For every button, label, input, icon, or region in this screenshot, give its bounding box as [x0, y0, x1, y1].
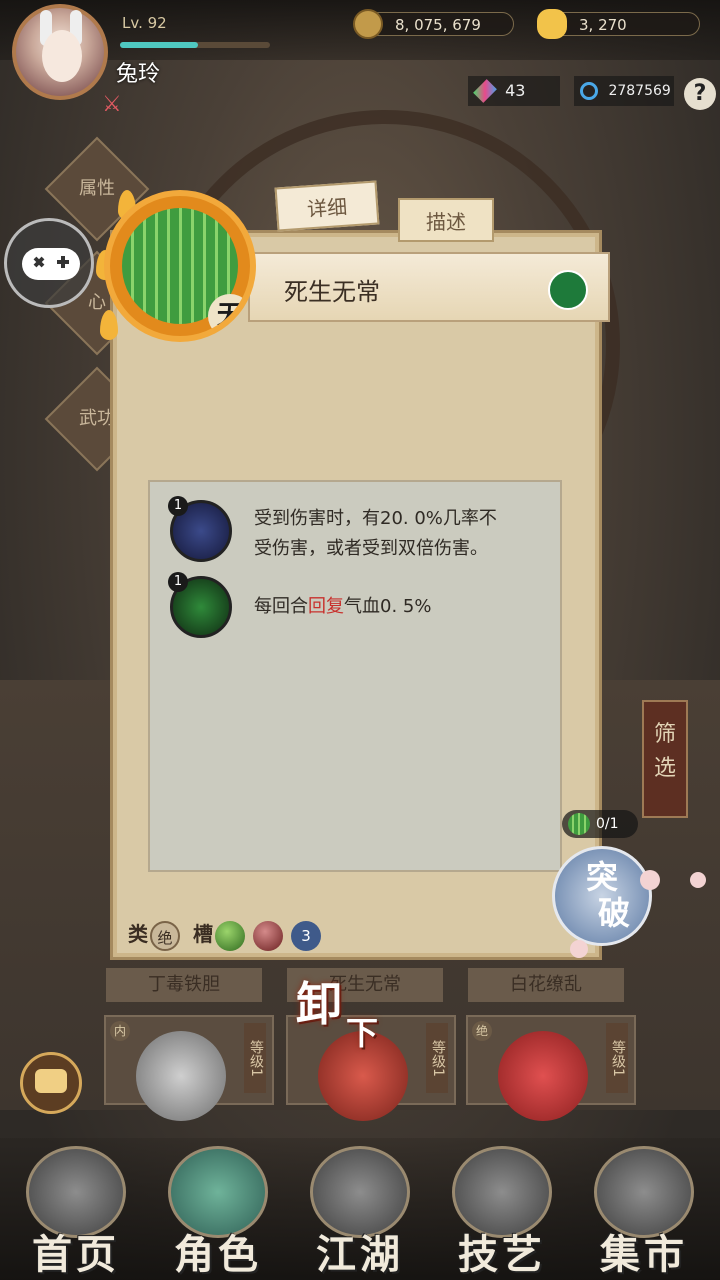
effects-box: 1 受到伤害时，有20. 0%几率不 受伤害，或者受到双倍伤害。 1 每回合回复…	[148, 480, 562, 872]
sect-emblem-icon	[548, 270, 588, 310]
coin-value: 8, 075, 679	[395, 16, 481, 34]
nav-label: 技艺	[458, 1231, 546, 1278]
avatar-face	[42, 30, 82, 82]
gamepad-icon	[22, 248, 80, 280]
item-grade-tag: 无	[208, 294, 250, 336]
category-badge: 绝	[150, 920, 180, 951]
gold-ingot-icon	[537, 9, 567, 39]
effect-line: 受伤害，或者受到双倍伤害。	[254, 538, 488, 559]
skill-orb-icon	[498, 1031, 588, 1121]
nav-jianghu[interactable]: 江湖	[292, 1138, 428, 1280]
chat-bubble-icon	[35, 1069, 67, 1093]
player-level: Lv. 92	[122, 14, 167, 32]
spirit-counter[interactable]: 2787569	[574, 76, 674, 106]
unload-char: 下	[346, 1014, 379, 1052]
coin-counter[interactable]: 8, 075, 679	[353, 9, 514, 39]
card-name-3: 白花缭乱	[468, 968, 624, 1002]
player-avatar[interactable]	[12, 4, 108, 100]
tab-description[interactable]: 描述	[398, 198, 494, 242]
filter-label-char: 筛	[653, 722, 676, 747]
card-name-1: 丁毒铁胆	[106, 968, 262, 1002]
slot-row: 类绝 槽 3	[128, 918, 321, 951]
nav-skills[interactable]: 技艺	[434, 1138, 570, 1280]
unload-char: 卸	[296, 977, 342, 1031]
help-icon[interactable]: ?	[684, 78, 716, 110]
skill-card-1[interactable]: 内 等级1	[104, 1015, 274, 1121]
unload-button[interactable]: 卸下	[296, 968, 416, 1068]
green-slot-gem	[214, 920, 245, 951]
nav-label: 角色	[174, 1231, 262, 1278]
blossom-icon	[640, 870, 660, 890]
red-slot-gem	[252, 920, 283, 951]
effect-text: 每回合回复气血0. 5%	[254, 592, 431, 622]
effect-text-post: 气血0. 5%	[344, 596, 432, 617]
item-title-bar: 死生无常	[248, 252, 610, 322]
spirit-value: 2787569	[608, 83, 671, 99]
blossom-icon	[690, 872, 706, 888]
effect-text-pre: 每回合	[254, 596, 308, 617]
blossom-icon	[570, 940, 588, 958]
copper-coin-icon	[353, 9, 383, 39]
chat-button[interactable]	[20, 1052, 82, 1114]
swirl-icon	[580, 82, 598, 100]
gamepad-button[interactable]	[4, 218, 94, 308]
card-level: 等级1	[244, 1023, 266, 1093]
gem-icon	[473, 79, 497, 103]
item-name: 死生无常	[284, 278, 380, 306]
effect-count: 1	[168, 496, 188, 516]
effect-text: 受到伤害时，有20. 0%几率不 受伤害，或者受到双倍伤害。	[254, 504, 497, 564]
gold-counter[interactable]: 3, 270	[537, 9, 700, 39]
nav-character[interactable]: 角色	[150, 1138, 286, 1280]
item-icon: 无	[104, 190, 256, 342]
effect-count: 1	[168, 572, 188, 592]
filter-button[interactable]: 筛 选	[642, 700, 688, 818]
bottom-nav: 首页 角色 江湖 技艺 集市	[0, 1138, 720, 1280]
nav-market[interactable]: 集市	[576, 1138, 712, 1280]
card-level: 等级1	[606, 1023, 628, 1093]
breakthrough-label: 突	[585, 858, 618, 896]
breakthrough-button[interactable]: 突 破	[552, 846, 652, 946]
breakthrough-count: 0/1	[596, 816, 619, 832]
effect-highlight: 回复	[308, 596, 344, 617]
crossed-swords-icon: ⚔	[102, 92, 122, 117]
category-label: 类	[128, 922, 148, 946]
breakthrough-label: 破	[597, 894, 630, 932]
player-name: 兔玲	[116, 62, 161, 87]
tab-detail[interactable]: 详细	[274, 180, 380, 232]
skill-card-3[interactable]: 绝 等级1	[466, 1015, 636, 1121]
filter-label-char: 选	[653, 756, 676, 781]
card-type-badge: 内	[110, 1021, 130, 1041]
nav-home[interactable]: 首页	[8, 1138, 144, 1280]
effect-line: 受到伤害时，有20. 0%几率不	[254, 508, 497, 529]
breakthrough-counter: 0/1	[562, 810, 638, 838]
card-level: 等级1	[426, 1023, 448, 1093]
exp-bar-fill	[120, 42, 198, 48]
nav-label: 首页	[32, 1231, 120, 1278]
gem-counter[interactable]: 43	[468, 76, 560, 106]
card-type-badge: 绝	[472, 1021, 492, 1041]
skill-orb-icon	[136, 1031, 226, 1121]
gem-value: 43	[505, 81, 526, 100]
gold-value: 3, 270	[579, 16, 627, 34]
slot-label: 槽	[192, 922, 213, 946]
nav-label: 集市	[600, 1231, 688, 1278]
exp-bar	[120, 42, 270, 48]
bamboo-fan-icon	[568, 813, 590, 835]
slot-count-badge: 3	[290, 920, 321, 951]
nav-label: 江湖	[316, 1231, 404, 1278]
